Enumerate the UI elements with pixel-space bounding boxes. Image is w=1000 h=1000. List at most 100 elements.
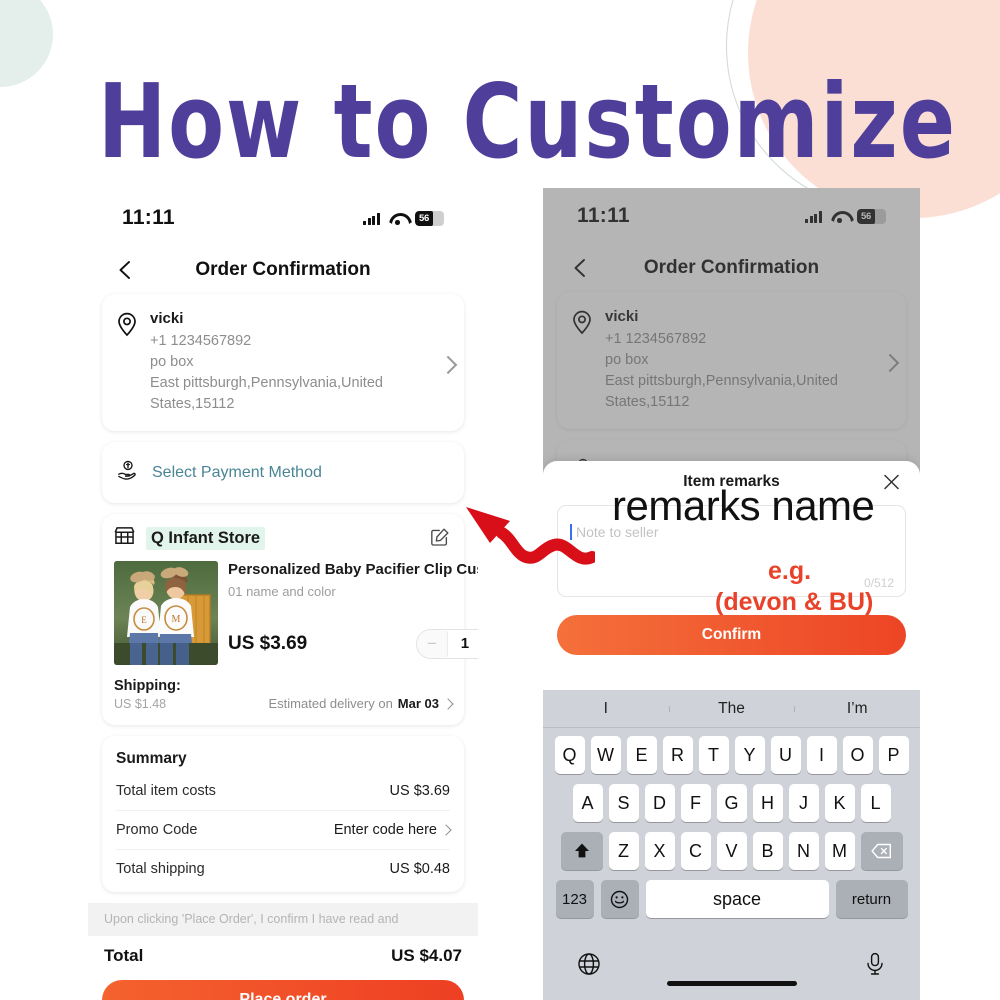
annotation-eg: e.g. [768, 557, 812, 585]
key-o[interactable]: O [842, 736, 873, 774]
battery-icon: 56 [415, 210, 444, 226]
microphone-icon[interactable] [864, 952, 886, 981]
key-m[interactable]: M [824, 832, 855, 870]
shipping-row[interactable]: Shipping: US $1.48 Estimated delivery on… [114, 677, 454, 712]
key-x[interactable]: X [644, 832, 675, 870]
order-disclaimer: Upon clicking 'Place Order', I confirm I… [88, 903, 478, 937]
suggestion-item[interactable]: I [543, 700, 669, 718]
keyboard-row-2: A S D F G H J K L [546, 784, 917, 822]
emoji-smiley-icon[interactable] [600, 880, 639, 918]
key-l[interactable]: L [860, 784, 891, 822]
status-time: 11:11 [122, 206, 175, 229]
key-t[interactable]: T [698, 736, 729, 774]
home-indicator [666, 981, 797, 986]
key-f[interactable]: F [680, 784, 711, 822]
summary-value: Enter code here [333, 822, 437, 839]
key-p[interactable]: P [878, 736, 909, 774]
status-icons: 56 [363, 210, 444, 226]
key-c[interactable]: C [680, 832, 711, 870]
payment-method-row[interactable]: Select Payment Method [102, 442, 464, 504]
globe-language-icon[interactable] [577, 952, 601, 981]
shift-up-icon[interactable] [560, 832, 603, 870]
chevron-right-icon [442, 697, 454, 710]
summary-value: US $3.69 [389, 783, 450, 800]
back-arrow-icon[interactable] [114, 258, 138, 282]
signal-icon [363, 212, 380, 225]
storefront-icon [114, 526, 135, 550]
delivery-estimate[interactable]: Estimated delivery on Mar 03 [269, 696, 454, 712]
key-u[interactable]: U [770, 736, 801, 774]
wifi-icon [389, 212, 406, 225]
battery-level-label: 56 [415, 210, 433, 226]
space-key[interactable]: space [645, 880, 829, 918]
store-header[interactable]: Q Infant Store [114, 526, 452, 550]
return-key[interactable]: return [835, 880, 908, 918]
key-s[interactable]: S [608, 784, 639, 822]
svg-text:E: E [141, 615, 147, 625]
keyboard-rows: Q W E R T Y U I O P A S D F G H J K L Z … [543, 728, 920, 932]
key-d[interactable]: D [644, 784, 675, 822]
promo-code-entry[interactable]: Enter code here [333, 822, 452, 839]
key-e[interactable]: E [626, 736, 657, 774]
close-x-icon[interactable] [883, 474, 900, 491]
payment-hand-coin-icon [116, 459, 140, 486]
place-order-button[interactable]: Place order [102, 980, 464, 1000]
key-v[interactable]: V [716, 832, 747, 870]
annotation-remarks-name: remarks name [612, 482, 875, 529]
summary-row: Total item costs US $3.69 [116, 772, 450, 810]
key-b[interactable]: B [752, 832, 783, 870]
suggestion-bar: I The I’m [543, 690, 920, 728]
key-z[interactable]: Z [608, 832, 639, 870]
chevron-right-icon [440, 824, 452, 836]
suggestion-item[interactable]: I’m [794, 700, 920, 718]
location-pin-icon [116, 310, 141, 415]
product-title: Personalized Baby Pacifier Clip Custo… [228, 561, 478, 579]
onscreen-keyboard: I The I’m Q W E R T Y U I O P A S D F G … [543, 690, 920, 1000]
keyboard-row-3: Z X C V B N M [546, 832, 917, 870]
product-variant: 01 name and color [228, 583, 336, 599]
shipping-price: US $1.48 [114, 697, 167, 712]
key-n[interactable]: N [788, 832, 819, 870]
shipping-label: Shipping: [114, 678, 181, 695]
total-label: Total [104, 946, 144, 966]
summary-value: US $0.48 [389, 861, 450, 878]
address-card[interactable]: vicki +1 1234567892 po box East pittsbur… [102, 294, 464, 432]
key-k[interactable]: K [824, 784, 855, 822]
summary-card: Summary Total item costs US $3.69 Promo … [102, 736, 464, 893]
delivery-date: Mar 03 [397, 696, 439, 712]
key-q[interactable]: Q [554, 736, 585, 774]
key-a[interactable]: A [572, 784, 603, 822]
key-w[interactable]: W [590, 736, 621, 774]
suggestion-item[interactable]: The [668, 700, 795, 718]
key-g[interactable]: G [716, 784, 747, 822]
annotation-example: (devon & BU) [715, 588, 874, 616]
product-image: E M [114, 561, 218, 666]
svg-text:M: M [172, 614, 181, 625]
quantity-decrease-button[interactable]: − [416, 629, 447, 658]
nav-bar: Order Confirmation [88, 246, 478, 294]
key-r[interactable]: R [662, 736, 693, 774]
red-wavy-arrow-icon [450, 495, 598, 570]
total-value: US $4.07 [391, 946, 462, 966]
product-info: Personalized Baby Pacifier Clip Custo… 0… [218, 561, 478, 665]
quantity-stepper[interactable]: − 1 + [415, 628, 478, 659]
store-name: Q Infant Store [146, 526, 266, 550]
backspace-delete-icon[interactable] [860, 832, 903, 870]
poster-canvas: How to Customize 11:11 56 Order Confirma… [0, 0, 1000, 1000]
keyboard-row-1: Q W E R T Y U I O P [546, 736, 917, 774]
keyboard-row-4: 123 space return [546, 880, 917, 918]
order-content: vicki +1 1234567892 po box East pittsbur… [88, 294, 478, 893]
key-j[interactable]: J [788, 784, 819, 822]
key-i[interactable]: I [806, 736, 837, 774]
key-y[interactable]: Y [734, 736, 765, 774]
status-bar: 11:11 56 [88, 190, 478, 246]
quantity-value: 1 [446, 630, 478, 657]
address-line-1: po box [150, 354, 194, 371]
edit-remarks-icon[interactable] [430, 527, 450, 547]
key-h[interactable]: H [752, 784, 783, 822]
product-row[interactable]: E M Personalized Baby Pacifier Clip Cu 0… [114, 561, 478, 666]
numbers-key[interactable]: 123 [555, 880, 594, 918]
confirm-button[interactable]: Confirm [557, 615, 906, 655]
summary-row[interactable]: Promo Code Enter code here [116, 810, 452, 849]
address-line-3: States,15112 [150, 396, 235, 413]
